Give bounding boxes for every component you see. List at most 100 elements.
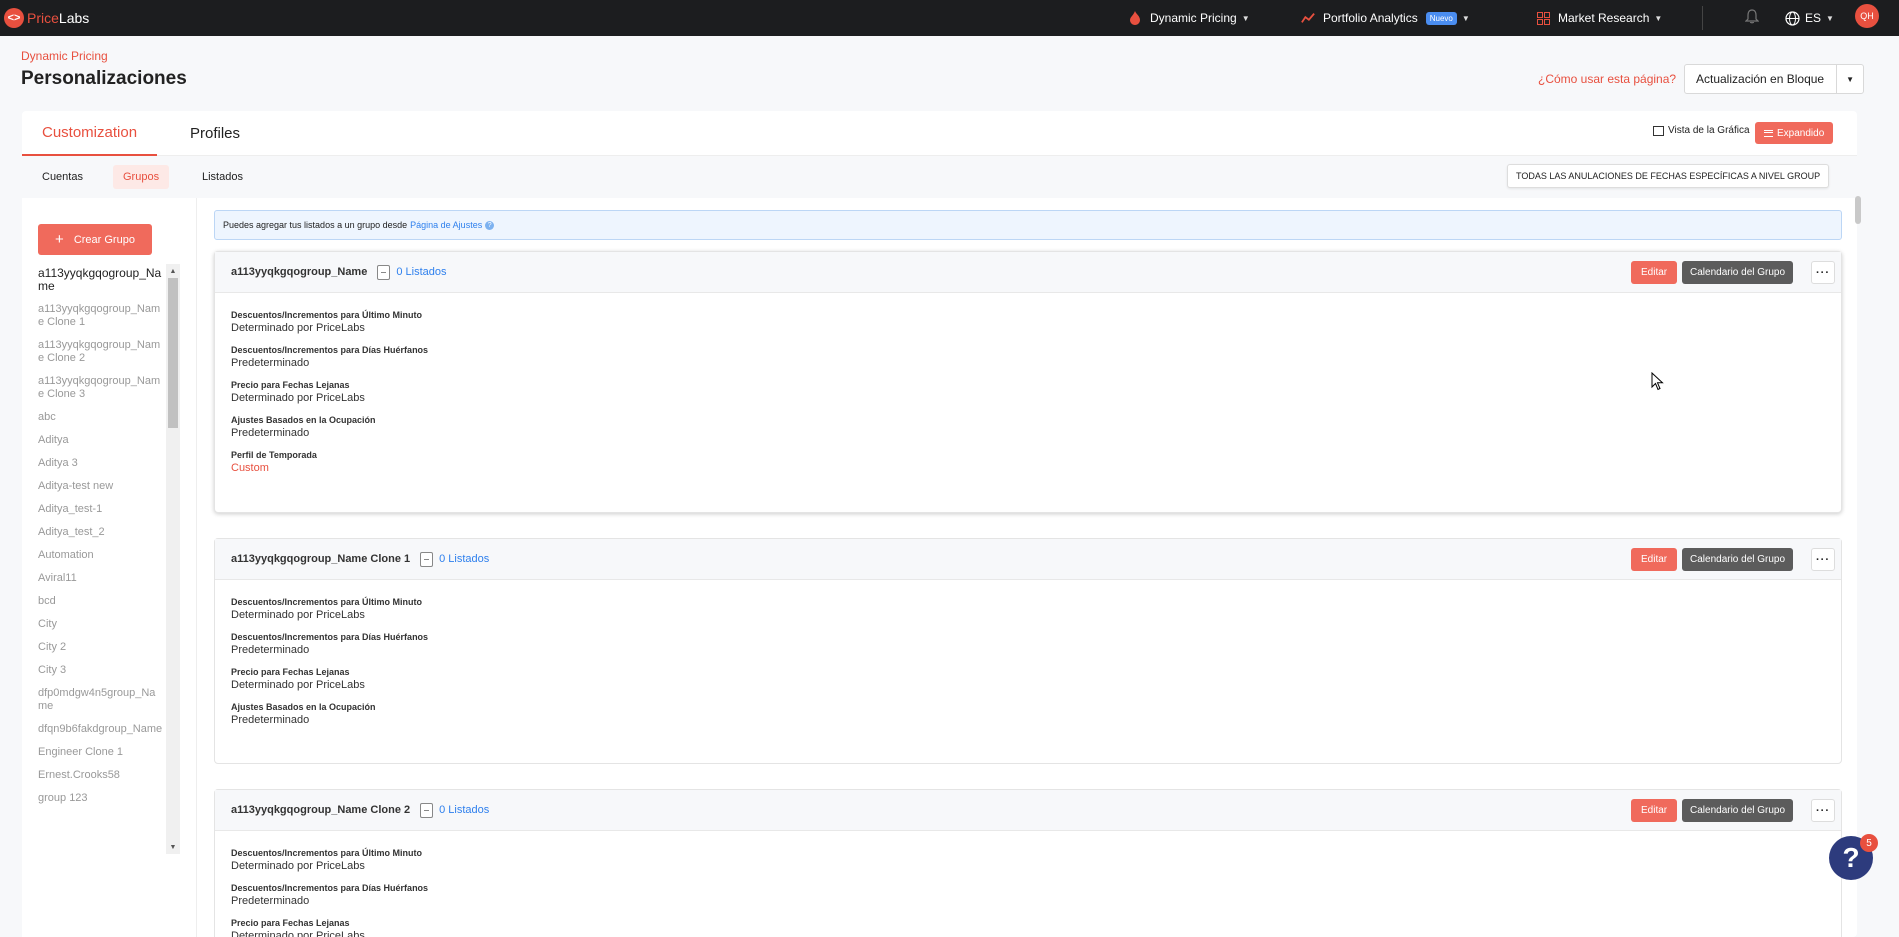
subtab-groups[interactable]: Grupos: [113, 165, 170, 189]
setting-row: Descuentos/Incrementos para Días Huérfan…: [231, 344, 1825, 370]
sidebar-group-item[interactable]: abc: [38, 408, 163, 427]
mouse-cursor-icon: [1651, 371, 1664, 394]
list-icon: [1764, 129, 1773, 137]
sidebar-group-item[interactable]: Aditya-test new: [38, 477, 163, 496]
group-calendar-button[interactable]: Calendario del Grupo: [1682, 261, 1794, 284]
sidebar-group-item[interactable]: City 3: [38, 661, 163, 680]
sidebar-group-item[interactable]: dfp0mdgw4n5group_Name: [38, 684, 163, 716]
group-calendar-button[interactable]: Calendario del Grupo: [1682, 799, 1794, 822]
sidebar-group-item[interactable]: Aditya_test_2: [38, 523, 163, 542]
sidebar-group-item[interactable]: a113yyqkgqogroup_Name Clone 1: [38, 300, 163, 332]
setting-row: Descuentos/Incrementos para Último Minut…: [231, 309, 1825, 335]
sidebar-group-item[interactable]: Automation: [38, 546, 163, 565]
nav-market-research[interactable]: Market Research ▼: [1536, 0, 1662, 36]
plus-icon: +: [55, 231, 64, 248]
more-options-icon[interactable]: ···: [1811, 799, 1835, 822]
group-sidebar: + Crear Grupo a113yyqkgqogroup_Name a113y…: [22, 198, 197, 937]
bulk-update-button[interactable]: Actualización en Bloque ▼: [1684, 64, 1865, 94]
setting-label: Descuentos/Incrementos para Días Huérfan…: [231, 883, 429, 893]
listings-count-link[interactable]: 0 Listados: [396, 266, 446, 278]
setting-value: Determinado por PriceLabs: [231, 609, 365, 621]
group-card-header: a113yyqkgqogroup_Name Clone 2 0 Listados E…: [215, 790, 1841, 831]
edit-button[interactable]: Editar: [1631, 548, 1678, 571]
setting-row: Descuentos/Incrementos para Último Minut…: [231, 847, 1825, 873]
chevron-down-icon: ▼: [1826, 13, 1834, 23]
scroll-up-icon[interactable]: ▲: [166, 264, 180, 278]
sidebar-group-item[interactable]: a113yyqkgqogroup_Name Clone 3: [38, 372, 163, 404]
bulk-update-label[interactable]: Actualización en Bloque: [1685, 65, 1838, 93]
document-icon: [377, 264, 391, 280]
document-icon: [420, 802, 434, 818]
chevron-down-icon[interactable]: ▼: [1837, 75, 1863, 84]
setting-label: Precio para Fechas Lejanas: [231, 667, 350, 677]
setting-label: Descuentos/Incrementos para Días Huérfan…: [231, 345, 429, 355]
bell-icon: [1744, 9, 1760, 27]
logo-text-b: Labs: [58, 10, 90, 26]
how-to-link[interactable]: ¿Cómo usar esta página?: [1538, 72, 1676, 86]
group-calendar-button[interactable]: Calendario del Grupo: [1682, 548, 1794, 571]
group-card: a113yyqkgqogroup_Name Clone 2 0 Listados E…: [214, 789, 1842, 937]
setting-label: Descuentos/Incrementos para Último Minut…: [231, 848, 423, 858]
sidebar-group-item[interactable]: Ernest.Crooks58: [38, 766, 163, 785]
setting-value: Predeterminado: [231, 895, 310, 907]
group-name: a113yyqkgqogroup_Name Clone 2: [231, 804, 411, 816]
settings-page-link[interactable]: Página de Ajustes: [410, 220, 482, 230]
subtab-listings[interactable]: Listados: [192, 165, 253, 189]
nav-market-research-label: Market Research: [1558, 11, 1650, 25]
listings-count-link[interactable]: 0 Listados: [439, 553, 489, 565]
sidebar-group-item[interactable]: dfqn9b6fakdgroup_Name: [38, 720, 163, 739]
sidebar-group-item[interactable]: City 2: [38, 638, 163, 657]
sidebar-group-item[interactable]: City: [38, 615, 163, 634]
logo-text-a: Price: [27, 10, 59, 26]
sidebar-group-item[interactable]: bcd: [38, 592, 163, 611]
setting-label: Precio para Fechas Lejanas: [231, 380, 350, 390]
group-list-scrollbar[interactable]: ▲ ▼: [166, 264, 180, 854]
tab-customization[interactable]: Customization: [22, 111, 158, 156]
expanded-view-button[interactable]: Expandido: [1755, 122, 1834, 144]
page-title: Personalizaciones: [21, 68, 187, 89]
group-card-header: a113yyqkgqogroup_Name Clone 1 0 Listados E…: [215, 539, 1841, 580]
language-label: ES: [1805, 11, 1822, 25]
globe-icon: [1785, 10, 1800, 26]
nav-portfolio-analytics[interactable]: Portfolio Analytics Nuevo ▼: [1301, 0, 1470, 36]
sidebar-group-item[interactable]: Aditya 3: [38, 454, 163, 473]
all-overrides-button[interactable]: TODAS LAS ANULACIONES DE FECHAS ESPECÍFI…: [1507, 164, 1830, 188]
language-selector[interactable]: ES ▼: [1785, 0, 1834, 36]
more-options-icon[interactable]: ···: [1811, 548, 1835, 571]
graph-view-toggle[interactable]: Vista de la Gráfica: [1653, 125, 1750, 136]
edit-button[interactable]: Editar: [1631, 799, 1678, 822]
page-scrollbar-thumb[interactable]: [1855, 196, 1861, 224]
sidebar-group-item[interactable]: Aditya: [38, 431, 163, 450]
document-icon: [420, 551, 434, 567]
pricelabs-logo[interactable]: <> PriceLabs: [4, 8, 89, 28]
create-group-button[interactable]: + Crear Grupo: [38, 224, 152, 255]
sidebar-group-item[interactable]: a113yyqkgqogroup_Name Clone 2: [38, 336, 163, 368]
group-card: a113yyqkgqogroup_Name Clone 1 0 Listados E…: [214, 538, 1842, 764]
more-options-icon[interactable]: ···: [1811, 261, 1835, 284]
setting-row: Precio para Fechas Lejanas Determinado po…: [231, 666, 1825, 692]
setting-value: Determinado por PriceLabs: [231, 930, 365, 937]
sidebar-group-item[interactable]: Engineer Clone 1: [38, 743, 163, 762]
sidebar-group-item[interactable]: a113yyqkgqogroup_Name: [38, 264, 163, 296]
user-avatar[interactable]: QH: [1855, 4, 1879, 28]
help-circle-icon[interactable]: ?: [485, 220, 495, 230]
subtab-accounts[interactable]: Cuentas: [32, 165, 93, 189]
breadcrumb[interactable]: Dynamic Pricing: [21, 49, 108, 63]
tab-profiles[interactable]: Profiles: [190, 111, 240, 156]
sidebar-group-item[interactable]: Aditya_test-1: [38, 500, 163, 519]
create-group-label: Crear Grupo: [73, 233, 135, 246]
edit-button[interactable]: Editar: [1631, 261, 1678, 284]
sidebar-group-item[interactable]: Aviral11: [38, 569, 163, 588]
nav-portfolio-analytics-label: Portfolio Analytics: [1323, 11, 1418, 25]
setting-value[interactable]: Custom: [231, 461, 1825, 475]
nav-dynamic-pricing[interactable]: Dynamic Pricing ▼: [1128, 0, 1250, 36]
notifications-bell[interactable]: [1744, 0, 1760, 36]
table-icon: [1653, 125, 1664, 136]
trend-chart-icon: [1301, 11, 1315, 25]
sidebar-group-item[interactable]: group 123: [38, 789, 163, 808]
setting-row: Perfil de Temporada Custom: [231, 449, 1825, 475]
listings-count-link[interactable]: 0 Listados: [439, 804, 489, 816]
scrollbar-thumb[interactable]: [168, 278, 178, 428]
scroll-down-icon[interactable]: ▼: [166, 840, 180, 854]
group-card-body: Descuentos/Incrementos para Último Minut…: [215, 580, 1841, 727]
